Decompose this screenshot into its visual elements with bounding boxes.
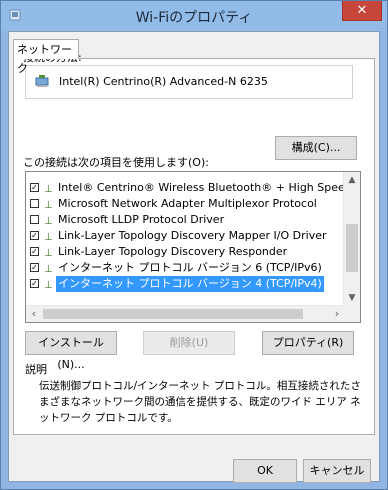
item-label: Intel® Centrino® Wireless Bluetooth® + H… <box>58 181 361 194</box>
components-list[interactable]: ⊥ Intel® Centrino® Wireless Bluetooth® +… <box>25 171 361 323</box>
item-label: Microsoft LLDP Protocol Driver <box>58 213 225 226</box>
tab-network[interactable]: ネットワーク <box>13 39 79 75</box>
scroll-left-icon[interactable]: ‹ <box>26 306 42 322</box>
component-icon: ⊥ <box>44 264 53 275</box>
title-bar[interactable]: Wi-Fiのプロパティ ✕ <box>1 1 387 31</box>
window-title: Wi-Fiのプロパティ <box>135 10 253 26</box>
item-checkbox[interactable] <box>30 215 39 224</box>
component-icon: ⊥ <box>44 200 53 211</box>
description-text: 伝送制御プロトコル/インターネット プロトコル。相互接続されたさまざまなネットワ… <box>39 380 361 424</box>
item-checkbox[interactable] <box>30 231 39 240</box>
horizontal-scrollbar[interactable]: ‹ › <box>26 305 345 322</box>
item-checkbox[interactable] <box>30 183 39 192</box>
properties-button[interactable]: プロパティ(R) <box>262 331 354 355</box>
items-label: この接続は次の項目を使用します(O): <box>23 156 209 169</box>
adapter-box: Intel(R) Centrino(R) Advanced-N 6235 <box>25 65 353 99</box>
configure-button[interactable]: 構成(C)... <box>275 136 357 160</box>
close-button[interactable]: ✕ <box>342 1 382 21</box>
uninstall-button[interactable]: 削除(U) <box>143 331 235 355</box>
vertical-scrollbar[interactable]: ▲ ▼ <box>343 172 360 306</box>
vertical-scroll-thumb[interactable] <box>346 224 358 272</box>
item-label: インターネット プロトコル バージョン 6 (TCP/IPv6) <box>58 261 322 274</box>
item-label: インターネット プロトコル バージョン 4 (TCP/IPv4) <box>56 276 324 292</box>
scroll-up-icon[interactable]: ▲ <box>344 172 360 188</box>
item-checkbox[interactable] <box>30 263 39 272</box>
description-label: 説明 <box>25 363 47 376</box>
adapter-name: Intel(R) Centrino(R) Advanced-N 6235 <box>59 75 268 88</box>
component-icon: ⊥ <box>44 280 53 291</box>
item-label: Link-Layer Topology Discovery Mapper I/O… <box>58 229 327 242</box>
install-button[interactable]: インストール(N)... <box>25 331 117 371</box>
item-label: Microsoft Network Adapter Multiplexor Pr… <box>58 197 317 210</box>
properties-window: Wi-Fiのプロパティ ✕ ネットワーク 接続の方法: Intel(R) Cen… <box>0 0 388 490</box>
component-icon: ⊥ <box>44 248 53 259</box>
item-checkbox[interactable] <box>30 199 39 208</box>
cancel-button[interactable]: キャンセル <box>303 459 371 483</box>
component-icon: ⊥ <box>44 232 53 243</box>
item-checkbox[interactable] <box>30 247 39 256</box>
ok-button[interactable]: OK <box>233 459 297 483</box>
description-group: 説明 伝送制御プロトコル/インターネット プロトコル。相互接続されたさまざまなネ… <box>25 358 361 438</box>
scroll-down-icon[interactable]: ▼ <box>344 290 360 306</box>
component-icon: ⊥ <box>44 184 53 195</box>
component-icon: ⊥ <box>44 216 53 227</box>
item-label: Link-Layer Topology Discovery Responder <box>58 245 288 258</box>
scroll-corner <box>343 305 360 322</box>
adapter-icon <box>35 75 49 87</box>
horizontal-scroll-thumb[interactable] <box>43 309 303 319</box>
item-checkbox[interactable] <box>30 279 39 288</box>
